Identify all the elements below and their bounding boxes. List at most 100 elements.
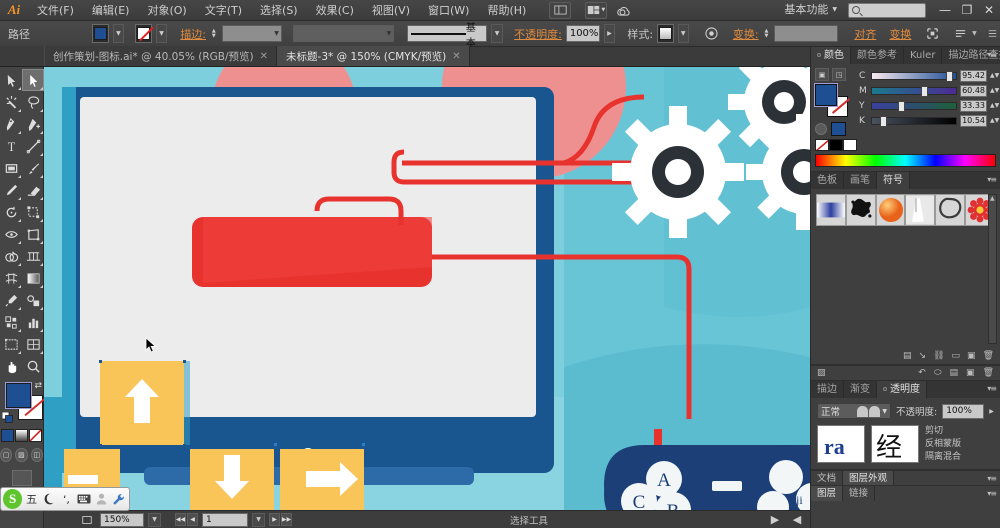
- search-input[interactable]: [848, 3, 926, 18]
- color-wheel-icon[interactable]: [815, 123, 827, 135]
- fill-dropdown-icon[interactable]: ▼: [113, 24, 124, 43]
- recolor-artwork-icon[interactable]: [704, 25, 719, 43]
- blend-mode-select[interactable]: 正常 ▼: [817, 403, 891, 419]
- default-fill-stroke-icon[interactable]: [2, 412, 13, 426]
- symbol-gradient-bar[interactable]: [816, 194, 846, 226]
- color-mode-gradient[interactable]: [15, 429, 28, 442]
- new-symbol-icon[interactable]: ▣: [967, 351, 976, 361]
- status-artboard-icon[interactable]: [78, 511, 96, 528]
- stepper-c[interactable]: ▲▼: [990, 72, 996, 79]
- ime-settings-wrench-icon[interactable]: [111, 489, 127, 509]
- menu-help[interactable]: 帮助(H): [478, 0, 535, 21]
- tool-zoom[interactable]: [22, 355, 44, 377]
- symbols-scrollbar[interactable]: [988, 194, 997, 344]
- appearance-delete-icon[interactable]: 🗑: [979, 368, 1000, 378]
- tab-kuler[interactable]: Kuler: [904, 47, 942, 64]
- swatch-black[interactable]: [829, 139, 843, 151]
- tab-symbols[interactable]: 符号: [877, 172, 910, 189]
- draw-normal-icon[interactable]: ▢: [0, 448, 12, 462]
- tool-artboard[interactable]: [0, 333, 22, 355]
- tool-lasso[interactable]: [22, 91, 44, 113]
- opacity-label[interactable]: 不透明度:: [514, 26, 562, 42]
- slider-knob-y[interactable]: [898, 101, 905, 112]
- color-spectrum-ramp[interactable]: [815, 154, 996, 167]
- tool-gradient[interactable]: [22, 267, 44, 289]
- tab-brushes[interactable]: 画笔: [844, 172, 877, 189]
- stroke-weight-combo[interactable]: ▼: [222, 25, 282, 42]
- tool-symbol-sprayer[interactable]: [0, 311, 22, 333]
- isolate-blending-label[interactable]: 隔离混合: [925, 451, 961, 464]
- tool-type[interactable]: T: [0, 135, 22, 157]
- opacity-dropdown-icon[interactable]: ▶: [604, 24, 615, 43]
- prev-artboard-button[interactable]: ◀: [187, 513, 198, 526]
- swatch-none[interactable]: [815, 139, 829, 151]
- stroke-weight-label[interactable]: 描边:: [180, 26, 206, 42]
- slider-knob-k[interactable]: [880, 116, 887, 127]
- color-mode-solid[interactable]: [1, 429, 14, 442]
- tool-eyedropper[interactable]: [0, 289, 22, 311]
- stepper-y[interactable]: ▲▼: [990, 102, 996, 109]
- isolate-selected-icon[interactable]: [925, 25, 940, 43]
- menu-edit[interactable]: 编辑(E): [83, 0, 139, 21]
- tool-rotate[interactable]: [0, 201, 22, 223]
- color-fill-mode-icon[interactable]: ▣: [815, 68, 829, 81]
- draw-inside-icon[interactable]: ◫: [31, 448, 43, 462]
- artboard-dropdown-icon[interactable]: ▼: [252, 513, 265, 527]
- change-screen-mode-button[interactable]: [0, 470, 43, 486]
- close-button[interactable]: ✕: [978, 0, 1000, 21]
- menu-object[interactable]: 对象(O): [138, 0, 195, 21]
- chevron-down-icon[interactable]: ▼: [972, 30, 977, 37]
- slider-knob-m[interactable]: [921, 86, 928, 97]
- tool-eraser[interactable]: [22, 179, 44, 201]
- menu-file[interactable]: 文件(F): [28, 0, 83, 21]
- break-link-icon[interactable]: ⛓: [933, 351, 944, 361]
- slider-m[interactable]: M 60.48 ▲▼: [859, 83, 996, 98]
- symbol-orange-sphere[interactable]: [876, 194, 906, 226]
- ime-input-mode[interactable]: 五: [23, 489, 39, 509]
- transform-label[interactable]: 变换:: [733, 26, 759, 42]
- artwork-thumbnail[interactable]: ra: [817, 425, 865, 463]
- menu-view[interactable]: 视图(V): [363, 0, 419, 21]
- arrange-documents-icon[interactable]: ▼: [585, 2, 607, 19]
- tool-line-segment[interactable]: [22, 135, 44, 157]
- tool-pencil[interactable]: [0, 179, 22, 201]
- menu-effect[interactable]: 效果(C): [307, 0, 363, 21]
- color-mode-none[interactable]: [29, 429, 42, 442]
- ime-keyboard-icon[interactable]: [76, 489, 92, 509]
- document-tab-1[interactable]: 创作策划-图标.ai* @ 40.05% (RGB/预览) ✕: [44, 46, 277, 66]
- draw-behind-icon[interactable]: ▨: [15, 448, 27, 462]
- graphic-style-button[interactable]: [657, 24, 673, 43]
- transform-panel-label[interactable]: 变换: [889, 26, 911, 42]
- last-artboard-button[interactable]: ▶▶: [281, 513, 292, 526]
- restore-button[interactable]: ❐: [956, 0, 978, 21]
- tool-scale[interactable]: [22, 201, 44, 223]
- sogou-logo-icon[interactable]: S: [3, 489, 22, 509]
- tool-blend[interactable]: [22, 289, 44, 311]
- next-artboard-button[interactable]: ▶: [269, 513, 280, 526]
- panel-menu-icon[interactable]: ▾≡: [987, 50, 996, 59]
- fill-color-button[interactable]: [92, 24, 108, 43]
- panel-menu-icon[interactable]: ▾≡: [987, 489, 996, 498]
- value-m[interactable]: 60.48: [960, 85, 987, 97]
- symbol-light-ray[interactable]: [905, 194, 935, 226]
- symbol-ink-splat[interactable]: [846, 194, 876, 226]
- more-options-icon[interactable]: [953, 25, 968, 43]
- style-dropdown-icon[interactable]: ▼: [678, 24, 689, 43]
- slider-c[interactable]: C 95.42 ▲▼: [859, 68, 996, 83]
- appearance-add-icon[interactable]: ↶: [914, 368, 930, 378]
- symbol-libraries-icon[interactable]: ▤: [903, 351, 912, 361]
- opacity-field[interactable]: 100%: [566, 25, 600, 42]
- tool-add-anchor-point[interactable]: [22, 113, 44, 135]
- panel-menu-icon[interactable]: ▾≡: [987, 175, 996, 184]
- workspace-switcher[interactable]: 基本功能 ▼: [779, 2, 842, 18]
- appearance-effects-icon[interactable]: ▤: [946, 368, 963, 378]
- stroke-weight-stepper[interactable]: ▲▼: [210, 24, 218, 43]
- tab-layers[interactable]: 图层: [811, 486, 843, 501]
- ime-punctuation-icon[interactable]: ʻ,: [58, 489, 74, 509]
- opacity-dropdown-icon[interactable]: ▶: [989, 408, 994, 415]
- place-symbol-instance-icon[interactable]: ↘: [919, 351, 927, 361]
- tab-color-guide[interactable]: 颜色参考: [851, 47, 904, 64]
- stroke-profile-combo[interactable]: ▼: [293, 25, 394, 42]
- tool-mesh[interactable]: [0, 267, 22, 289]
- tool-slice[interactable]: [22, 333, 44, 355]
